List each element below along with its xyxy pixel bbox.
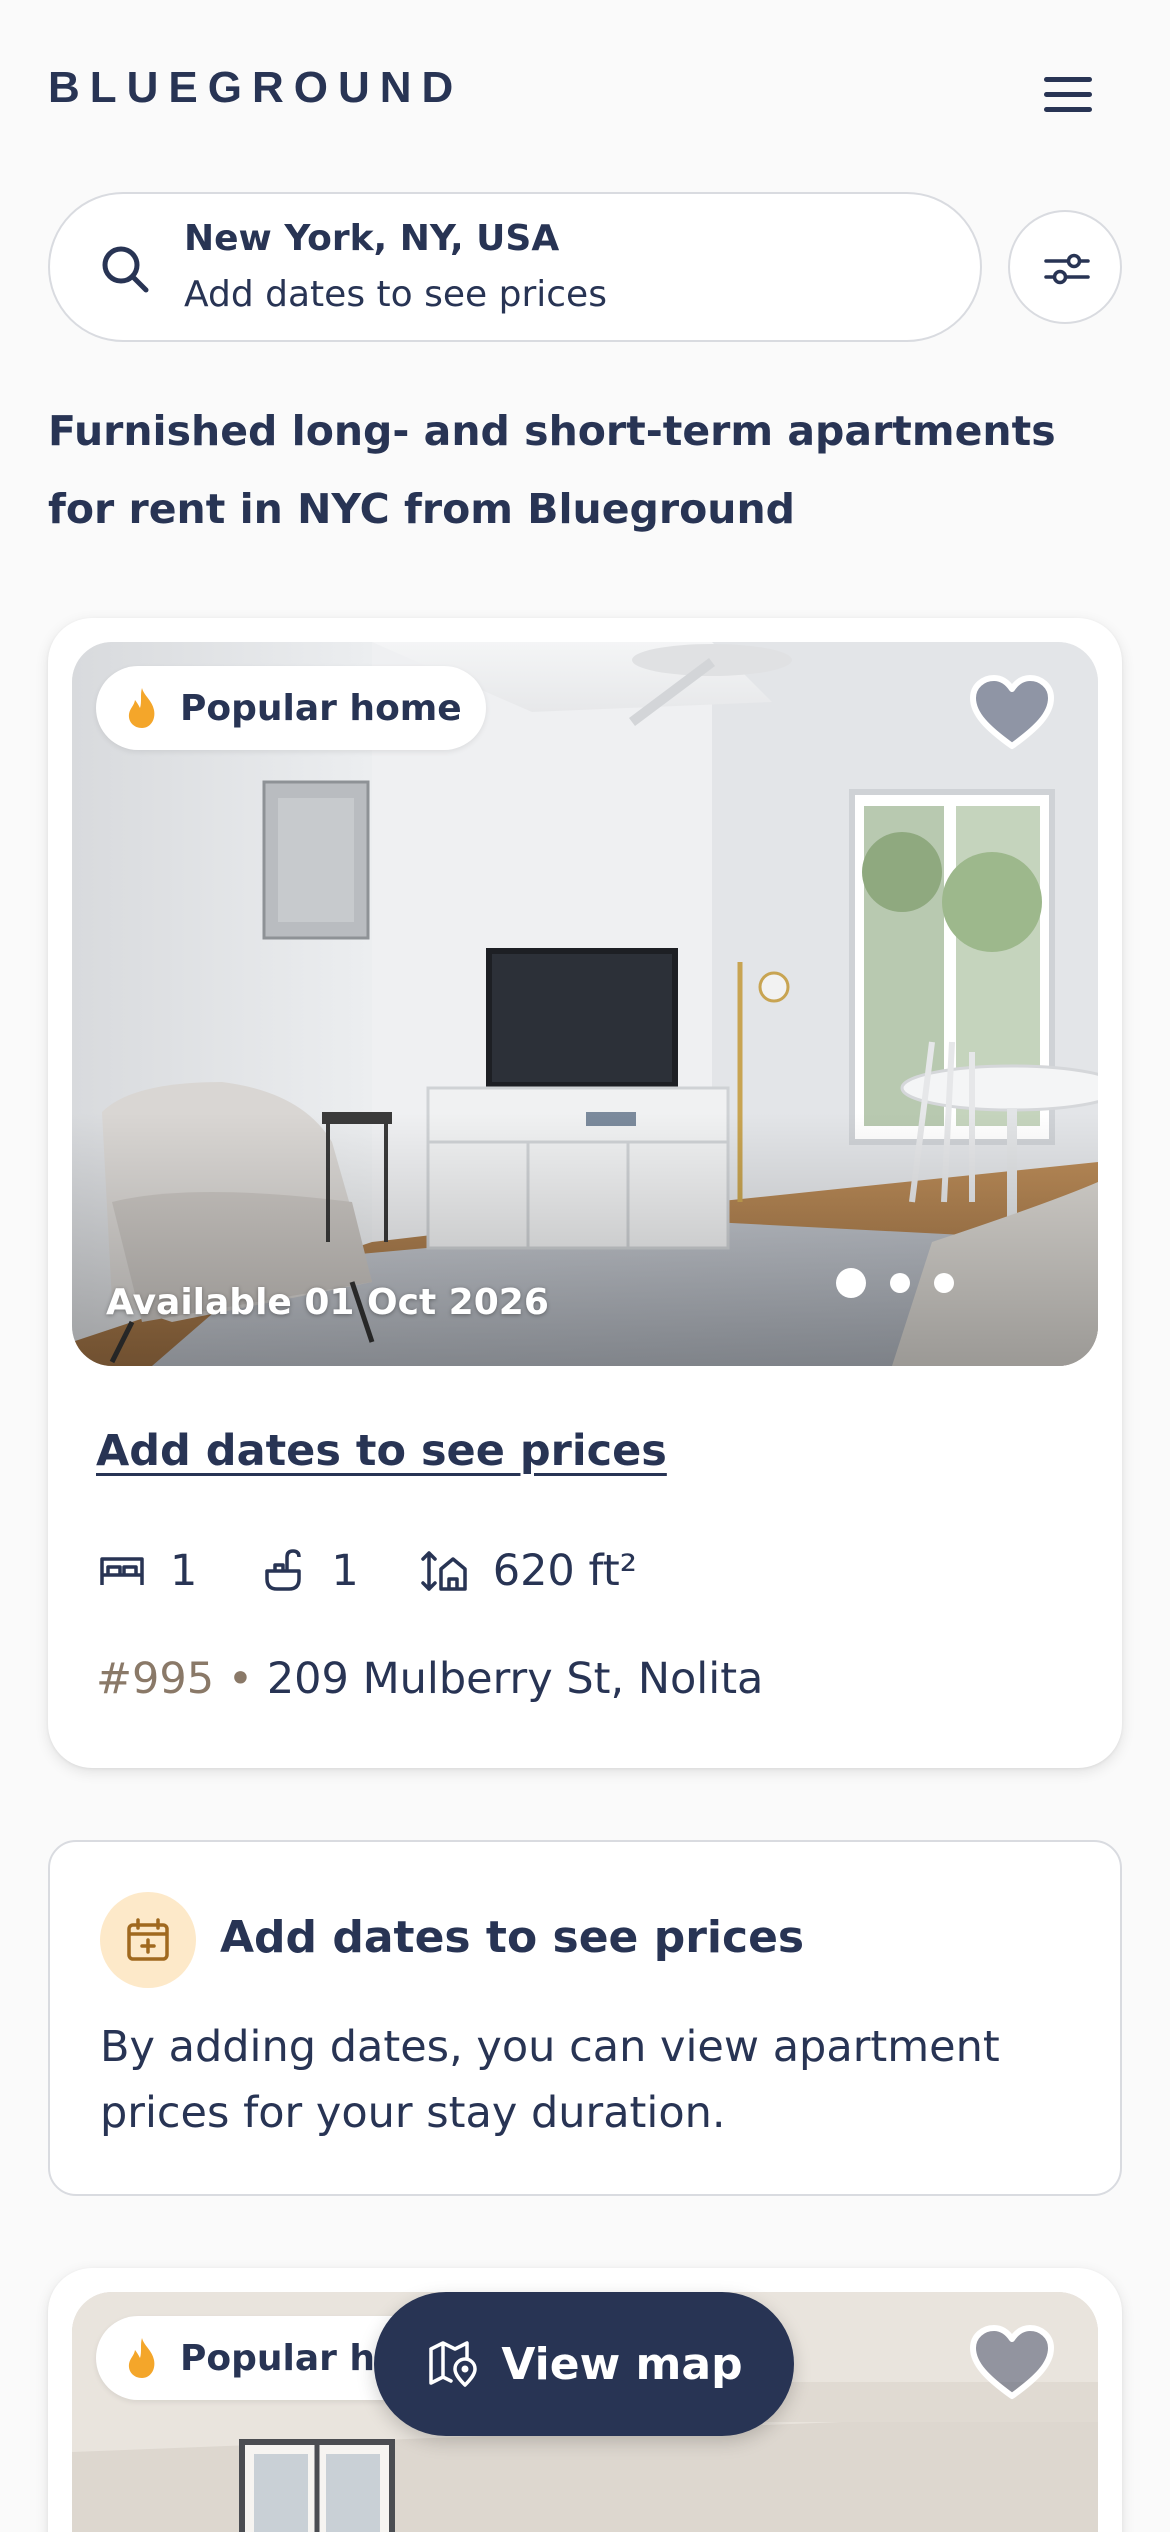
flame-icon: [128, 688, 155, 728]
separator: •: [227, 1654, 254, 1704]
bedrooms-spec: 1: [96, 1545, 197, 1597]
bathrooms-spec: 1: [257, 1545, 359, 1597]
hamburger-menu-icon[interactable]: [1036, 66, 1100, 122]
listing-address: 209 Mulberry St, Nolita: [266, 1654, 764, 1704]
listing-photo[interactable]: Popular home Available 01 Oct 2026: [72, 642, 1098, 1366]
add-dates-price-link[interactable]: Add dates to see prices: [96, 1426, 667, 1476]
area-spec: 620 ft²: [419, 1545, 637, 1597]
carousel-dot[interactable]: [934, 1273, 954, 1293]
popular-home-badge: Popular home: [96, 666, 486, 750]
listing-id: #995: [96, 1654, 215, 1704]
flame-icon: [128, 2338, 155, 2378]
filter-button[interactable]: [1008, 210, 1122, 324]
search-location: New York, NY, USA: [184, 218, 560, 259]
listing-card[interactable]: Popular home Available 01 Oct 2026 Add d…: [48, 618, 1122, 1768]
page-title: Furnished long- and short-term apartment…: [48, 407, 1056, 533]
area-value: 620 ft²: [492, 1546, 637, 1596]
info-text: By adding dates, you can view apartment …: [100, 2022, 1000, 2138]
heart-icon[interactable]: [967, 674, 1057, 754]
bedrooms-count: 1: [170, 1546, 198, 1596]
search-dates-placeholder: Add dates to see prices: [184, 274, 607, 315]
bathtub-icon: [265, 1549, 302, 1591]
logo[interactable]: BLUEGROUND: [48, 66, 463, 110]
sliders-icon: [1044, 253, 1090, 285]
map-pin-icon: [429, 2341, 478, 2387]
view-map-button[interactable]: View map: [374, 2292, 794, 2436]
calendar-plus-icon: [127, 1918, 169, 1961]
living-room-photo: [72, 642, 1098, 1366]
badge-label: Popular home: [180, 687, 462, 729]
carousel-dot[interactable]: [890, 1273, 910, 1293]
photo-carousel-dots[interactable]: [836, 1268, 954, 1298]
heart-icon[interactable]: [967, 2324, 1057, 2404]
listing-specs: 1 1 620 ft²: [96, 1536, 697, 1606]
area-icon: [420, 1551, 467, 1591]
header: BLUEGROUND: [0, 0, 1170, 190]
bathrooms-count: 1: [331, 1546, 359, 1596]
add-dates-info-box: Add dates to see prices By adding dates,…: [48, 1840, 1122, 2196]
search-icon: [102, 246, 149, 293]
info-title: Add dates to see prices: [220, 1912, 805, 1963]
carousel-dot-active[interactable]: [836, 1268, 866, 1298]
availability-label: Available 01 Oct 2026: [106, 1282, 549, 1323]
bed-icon: [100, 1557, 144, 1585]
view-map-label: View map: [501, 2338, 743, 2390]
calendar-icon-wrapper: [100, 1892, 196, 1988]
listing-address-line: #995 • 209 Mulberry St, Nolita: [96, 1654, 763, 1704]
search-bar[interactable]: New York, NY, USA Add dates to see price…: [48, 192, 982, 342]
